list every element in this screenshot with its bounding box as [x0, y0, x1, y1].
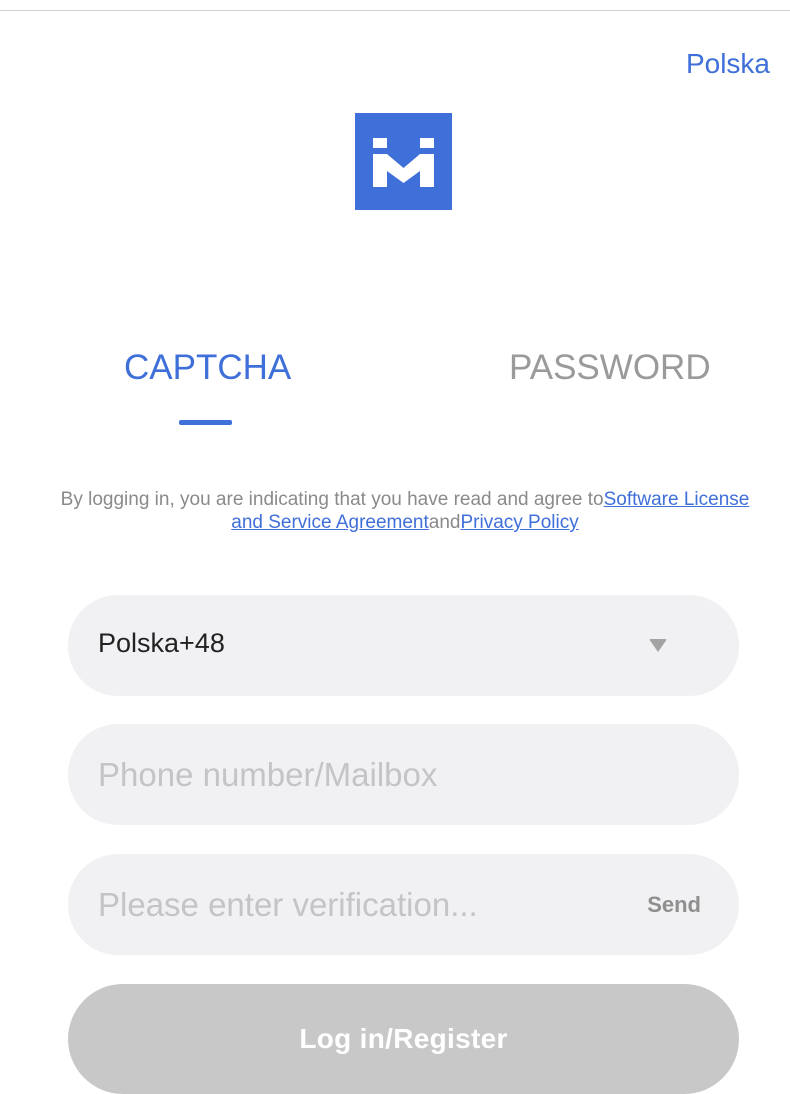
tab-captcha[interactable]: CAPTCHA: [124, 348, 291, 388]
status-divider: [0, 10, 790, 11]
app-logo: [355, 113, 452, 210]
send-code-button[interactable]: Send: [647, 892, 701, 918]
privacy-policy-link[interactable]: Privacy Policy: [460, 512, 578, 533]
phone-email-input[interactable]: [98, 724, 708, 825]
brand-logo-icon: [373, 138, 434, 187]
tab-password[interactable]: PASSWORD: [509, 348, 711, 388]
country-code-value: Polska+48: [98, 628, 225, 658]
account-field: [68, 724, 739, 825]
agreement-prefix: By logging in, you are indicating that y…: [60, 489, 604, 510]
agreement-conjunction: and: [428, 512, 461, 533]
active-tab-indicator: [179, 420, 232, 425]
login-register-button[interactable]: Log in/Register: [68, 984, 739, 1094]
caret-down-icon: [649, 639, 667, 652]
login-method-tabs: CAPTCHA PASSWORD: [0, 348, 790, 438]
verification-code-input[interactable]: [98, 854, 618, 955]
agreement-notice: By logging in, you are indicating that y…: [60, 488, 750, 534]
verification-field: Send: [68, 854, 739, 955]
region-selector-link[interactable]: Polska: [686, 48, 770, 80]
country-code-select[interactable]: Polska+48: [68, 595, 739, 696]
